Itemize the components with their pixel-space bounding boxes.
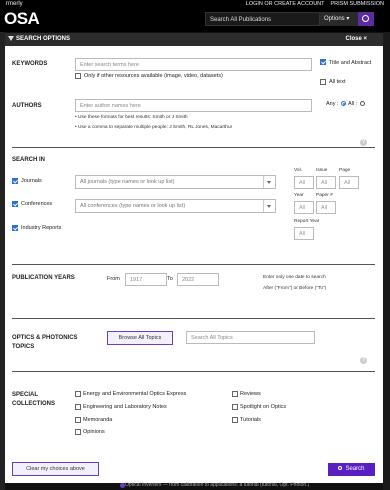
industry-reports-checkbox[interactable] [12, 225, 18, 231]
collection-checkbox[interactable] [75, 391, 81, 397]
prism-submission-link[interactable]: PRISM SUBMISSION [331, 1, 384, 7]
collection-label: Engineering and Laboratory Notes [83, 404, 167, 410]
search-options-dropdown[interactable]: Options ▾ [320, 12, 358, 26]
search-button-label: Search [345, 466, 365, 472]
issue-input[interactable]: All [316, 176, 336, 189]
collection-label: Tutorials [240, 417, 261, 423]
chevron-down-icon [263, 176, 275, 188]
search-button[interactable]: Search [328, 463, 375, 476]
brand-logo[interactable]: OSA [4, 9, 40, 29]
vol-input[interactable]: All [294, 176, 314, 189]
authors-help-icon[interactable]: ? [360, 139, 367, 146]
background-article-text: Optical Inverters — from calibration to … [125, 482, 310, 488]
collection-checkbox[interactable] [232, 391, 238, 397]
search-in-label: SEARCH IN [12, 157, 46, 163]
top-bar: rmerly OSA LOGIN OR CREATE ACCOUNT PRISM… [0, 0, 390, 32]
chevron-down-icon [263, 200, 275, 212]
report-year-label: Report Year [294, 219, 320, 224]
authors-label: AUTHORS [12, 103, 42, 109]
search-options-panel: SEARCH OPTIONS Close × KEYWORDS Enter se… [5, 33, 383, 483]
paper-number-label: Paper # [316, 193, 333, 198]
to-label: To [167, 276, 173, 282]
title-abstract-checkbox[interactable] [320, 59, 326, 65]
title-abstract-label: Title and Abstract [329, 60, 372, 66]
panel-title: SEARCH OPTIONS [16, 36, 71, 42]
only-if-resources-checkbox[interactable] [75, 73, 81, 79]
conferences-select-value: All conferences (type names or look up l… [80, 203, 186, 209]
collection-checkbox[interactable] [75, 429, 81, 435]
section-divider [12, 371, 375, 372]
collections-label: COLLECTIONS [12, 401, 55, 407]
topics-search-input[interactable]: Search All Topics [186, 331, 315, 344]
search-icon [338, 466, 343, 471]
authors-input[interactable]: Enter author names here [75, 99, 312, 112]
journals-label: Journals [21, 178, 42, 184]
filter-icon [8, 36, 14, 41]
login-link[interactable]: LOGIN OR CREATE ACCOUNT [246, 1, 325, 7]
keywords-input[interactable]: Enter search terms here [75, 58, 312, 71]
panel-header: SEARCH OPTIONS Close × [5, 33, 383, 46]
brand-subtitle: rmerly [6, 1, 23, 7]
collection-label: Reviews [240, 391, 261, 397]
all-text-label: All text [329, 79, 346, 85]
topics-help-icon[interactable]: ? [360, 357, 367, 364]
journals-select[interactable]: All journals (type names or look up list… [75, 175, 276, 189]
all-label: All : [348, 101, 358, 107]
authors-any-radio[interactable] [360, 101, 365, 106]
collection-label: Opinions [83, 429, 105, 435]
report-year-input[interactable]: All [294, 227, 314, 240]
industry-reports-label: Industry Reports [21, 225, 62, 231]
journals-select-value: All journals (type names or look up list… [80, 179, 175, 185]
conferences-checkbox[interactable] [12, 201, 18, 207]
to-year-input[interactable]: 2022 [177, 273, 219, 286]
browse-all-topics-button[interactable]: Browse All Topics [107, 331, 173, 345]
journals-checkbox[interactable] [12, 178, 18, 184]
year-input[interactable]: All [294, 201, 314, 214]
background-right-strip [383, 32, 390, 490]
year-label: Year [294, 193, 304, 198]
only-if-resources-label: Only if other resources available (image… [84, 73, 223, 79]
global-search-input[interactable]: Search All Publications [205, 12, 320, 26]
vol-label: Vol. [294, 168, 303, 173]
any-label: Any : [326, 101, 339, 107]
top-links: LOGIN OR CREATE ACCOUNT PRISM SUBMISSION [246, 1, 384, 7]
years-note: Enter only one date to search [263, 275, 326, 280]
page-input[interactable]: All [339, 176, 359, 189]
collection-checkbox[interactable] [232, 417, 238, 423]
clear-choices-button[interactable]: Clear my choices above [12, 462, 99, 476]
close-button[interactable]: Close × [345, 33, 367, 46]
global-search-button[interactable] [358, 12, 374, 26]
section-divider [12, 318, 375, 319]
collection-checkbox[interactable] [75, 417, 81, 423]
issue-label: Issue [316, 168, 328, 173]
from-year-input[interactable]: 1917 [125, 273, 167, 286]
authors-hint: • Use a comma to separate multiple peopl… [75, 125, 233, 130]
section-divider [12, 147, 375, 148]
conferences-label: Conferences [21, 201, 53, 207]
authors-hint: • Use these formats for best results: Sm… [75, 115, 188, 120]
topics-label: TOPICS [12, 344, 35, 350]
paper-number-input[interactable]: All [316, 201, 336, 214]
topics-label: OPTICS & PHOTONICS [12, 335, 78, 341]
collection-checkbox[interactable] [232, 404, 238, 410]
collection-label: Memoranda [83, 417, 113, 423]
years-note: After ("From") or Before ("To") [263, 286, 327, 291]
keywords-label: KEYWORDS [12, 61, 48, 67]
collection-checkbox[interactable] [75, 404, 81, 410]
collection-label: Energy and Environmental Optics Express [83, 391, 187, 397]
collections-label: SPECIAL [12, 392, 39, 398]
authors-all-radio[interactable] [341, 101, 346, 106]
collection-label: Spotlight on Optics [240, 404, 287, 410]
section-divider [12, 264, 375, 265]
conferences-select[interactable]: All conferences (type names or look up l… [75, 199, 276, 213]
publication-years-label: PUBLICATION YEARS [12, 275, 75, 281]
from-label: From [107, 276, 120, 282]
all-text-checkbox[interactable] [320, 79, 326, 85]
page-label: Page [339, 168, 351, 173]
